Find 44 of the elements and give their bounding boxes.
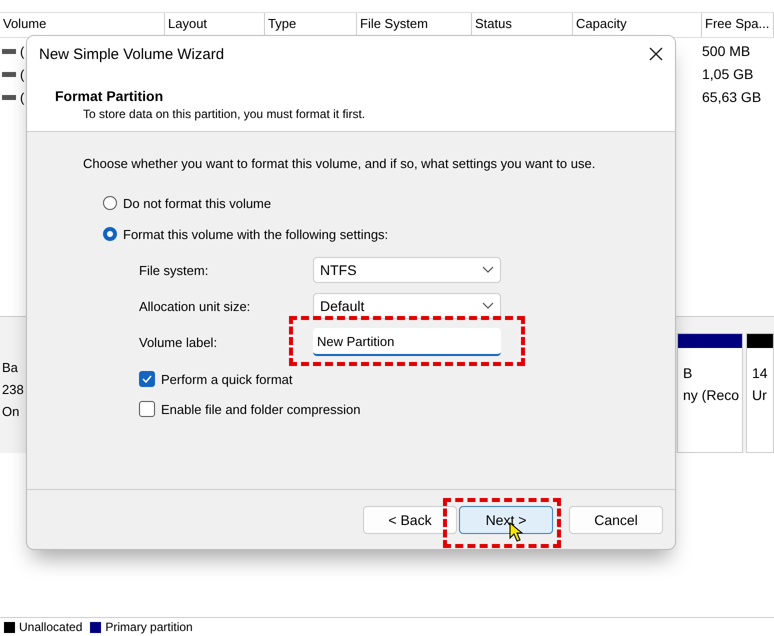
- disk-info: Ba: [2, 359, 19, 377]
- table-cell-text: 65,63 GB: [702, 89, 762, 105]
- table-cell: (: [20, 66, 24, 82]
- field-label: Allocation unit size:: [139, 298, 252, 314]
- field-label: File system:: [139, 262, 210, 278]
- radio-label[interactable]: Do not format this volume: [123, 196, 272, 210]
- input-field[interactable]: New Partition: [313, 328, 501, 356]
- wizard-button[interactable]: Cancel: [569, 506, 663, 534]
- checkbox[interactable]: [139, 371, 155, 387]
- drive-icon: [2, 94, 16, 100]
- checkbox[interactable]: [139, 401, 155, 417]
- partition-info: Ur: [752, 386, 768, 405]
- checkbox-label[interactable]: Perform a quick format: [161, 372, 292, 386]
- drive-icon: [2, 72, 16, 76]
- chevron-icon: [482, 302, 494, 310]
- chevron-icon: [482, 266, 494, 274]
- column-header[interactable]: Free Spa...: [702, 13, 774, 37]
- disk-info: 238: [2, 381, 24, 399]
- instruction-text: Choose whether you want to format this volume, and if so, what settings you want to use.: [83, 156, 596, 171]
- drive-icon: [2, 48, 16, 54]
- partition-info: ny (Reco: [683, 386, 740, 405]
- page-heading: Format Partition: [55, 88, 164, 104]
- table-cell-text: 500 MB: [702, 43, 752, 59]
- radio-button[interactable]: [103, 227, 117, 241]
- page-subtitle: To store data on this partition, you must format it first.: [82, 107, 366, 121]
- dropdown-field[interactable]: NTFS: [313, 257, 501, 283]
- partition-info: 14: [752, 364, 769, 383]
- window-title: New Simple Volume Wizard: [39, 46, 224, 62]
- table-cell: (: [20, 44, 24, 58]
- checkmark-icon: [142, 375, 152, 383]
- legend-label: Unallocated: [19, 620, 82, 634]
- legend-label: Primary partition: [105, 620, 193, 634]
- close-icon[interactable]: [649, 47, 663, 61]
- radio-label[interactable]: Format this volume with the following settings:: [123, 226, 388, 242]
- partition-info: B: [683, 364, 694, 383]
- table-cell-text: 1,05 GB: [702, 66, 754, 82]
- dropdown-field[interactable]: Default: [313, 293, 501, 319]
- wizard-button[interactable]: < Back: [363, 506, 457, 534]
- field-label: Volume label:: [139, 334, 218, 350]
- radio-button[interactable]: [103, 196, 117, 210]
- checkbox-label[interactable]: Enable file and folder compression: [161, 402, 360, 416]
- disk-info: On: [2, 403, 20, 421]
- wizard-button[interactable]: Next >: [459, 506, 553, 534]
- table-cell: (: [20, 90, 24, 104]
